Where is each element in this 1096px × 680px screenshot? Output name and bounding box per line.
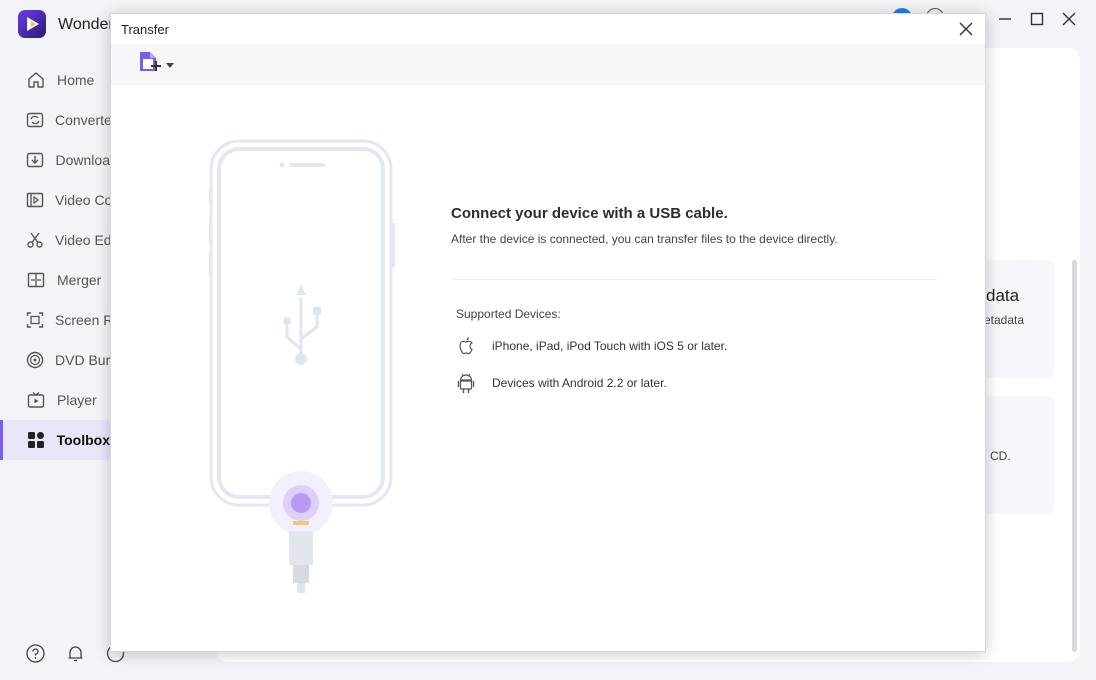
add-files-button[interactable] [137,50,179,81]
android-icon [455,372,477,394]
sidebar-item-home[interactable]: Home [0,60,110,100]
compress-icon [26,190,44,210]
connector-dot [291,493,311,513]
main-scrollbar[interactable] [1072,260,1077,652]
connect-description: After the device is connected, you can t… [451,232,838,246]
dialog-toolbar [111,44,985,85]
phone-earpiece [289,163,325,167]
connect-instructions: Connect your device with a USB cable. Af… [451,205,838,246]
merge-icon [26,270,46,290]
close-window-icon[interactable] [1060,8,1078,30]
maximize-icon[interactable] [1028,8,1046,30]
grid-icon [26,430,46,450]
window-controls [996,8,1078,30]
app-title: Wonder [58,16,114,33]
supported-devices-label: Supported Devices: [456,307,561,321]
phone-usb-illustration [209,139,395,593]
player-icon [26,390,46,410]
phone-camera [279,162,285,168]
bell-icon[interactable] [66,644,85,663]
sidebar-item-label: Video Co [55,192,113,208]
sidebar-item-dvd-burner[interactable]: DVD Bur [0,340,110,380]
device-label: iPhone, iPad, iPod Touch with iOS 5 or l… [492,339,728,353]
apple-icon [455,335,477,357]
minimize-icon[interactable] [996,8,1014,30]
dialog-title: Transfer [121,22,169,37]
usb-base [295,353,307,365]
disc-icon [26,350,44,370]
tool-card-title: data [986,286,1020,305]
supported-device-ios: iPhone, iPad, iPod Touch with iOS 5 or l… [455,335,727,357]
connect-title: Connect your device with a USB cable. [451,205,728,222]
divider [453,279,937,280]
sidebar: Home Converte Downloa Video Co Video Ed [0,60,114,460]
tool-card-subtitle: etadata [984,313,1025,327]
add-file-icon [137,50,163,81]
dialog-header: Transfer [111,14,985,44]
sidebar-item-video-editor[interactable]: Video Ed [0,220,112,260]
sidebar-item-video-compressor[interactable]: Video Co [0,180,113,220]
sidebar-item-downloader[interactable]: Downloa [0,140,110,180]
app-logo-icon [18,10,46,38]
cable-neck [293,565,309,583]
download-icon [26,150,45,170]
chevron-down-icon [166,56,174,74]
convert-icon [26,110,44,130]
sidebar-item-label: Video Ed [55,232,112,248]
home-icon [26,70,46,90]
sidebar-item-label: Toolbox [56,432,110,448]
sidebar-item-label: Converte [55,112,112,128]
sidebar-item-toolbox[interactable]: Toolbox [0,420,110,460]
sidebar-item-converter[interactable]: Converte [0,100,112,140]
sidebar-item-label: Player [57,392,97,408]
help-icon[interactable] [26,644,45,663]
screen-record-icon [26,310,44,330]
transfer-dialog: Transfer Connect your device with a USB … [110,13,986,652]
cable-pins [293,521,309,525]
sidebar-item-merger[interactable]: Merger [0,260,110,300]
scissors-icon [26,230,44,250]
sidebar-item-label: DVD Bur [55,352,111,368]
cable-wire [297,583,305,593]
tool-card-subtitle: CD. [990,449,1011,463]
supported-device-android: Devices with Android 2.2 or later. [455,372,667,394]
device-label: Devices with Android 2.2 or later. [492,376,667,390]
sidebar-item-label: Screen R [55,312,114,328]
usb-port-dot [283,317,291,325]
sidebar-item-label: Merger [57,272,102,288]
cable-head [289,531,313,565]
sidebar-item-screen-recorder[interactable]: Screen R [0,300,114,340]
sidebar-item-label: Downloa [55,152,110,168]
close-icon[interactable] [957,20,975,38]
sidebar-item-label: Home [57,72,95,88]
usb-port-square [313,307,321,315]
dialog-body: Connect your device with a USB cable. Af… [111,85,985,652]
sidebar-item-player[interactable]: Player [0,380,110,420]
